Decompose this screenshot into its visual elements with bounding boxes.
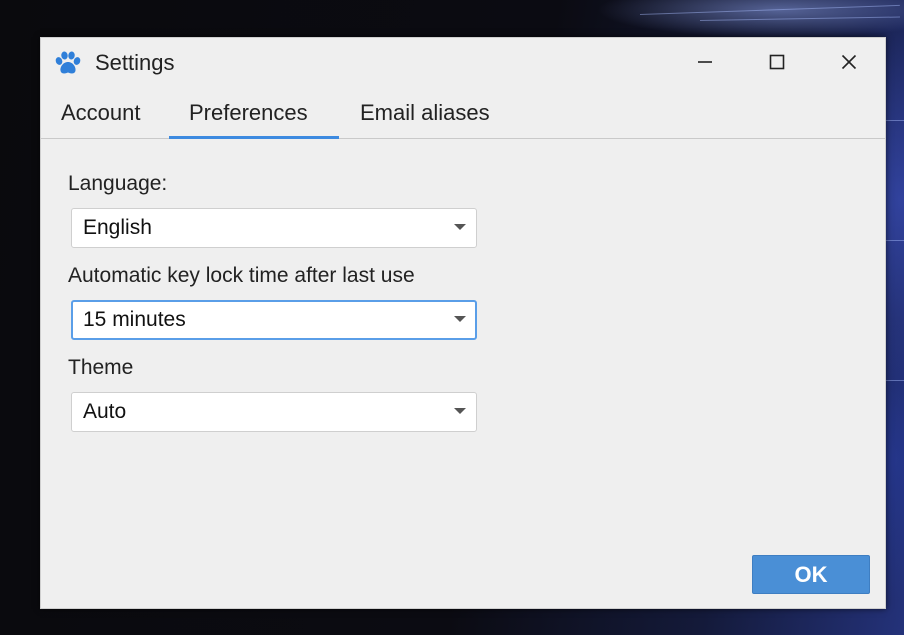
paw-icon	[54, 51, 82, 77]
minimize-button[interactable]	[685, 46, 725, 78]
theme-select[interactable]: Auto	[71, 392, 477, 432]
tab-account[interactable]: Account	[41, 93, 161, 139]
language-label: Language:	[68, 172, 168, 195]
maximize-icon	[769, 54, 785, 70]
language-value: English	[83, 216, 152, 239]
title-bar[interactable]: Settings	[41, 38, 885, 86]
settings-dialog: Settings Account Preferences Email alias…	[40, 37, 886, 609]
desktop: Settings Account Preferences Email alias…	[0, 0, 904, 635]
language-select[interactable]: English	[71, 208, 477, 248]
tab-bar: Account Preferences Email aliases	[41, 93, 885, 139]
ok-button[interactable]: OK	[752, 555, 870, 594]
window-title: Settings	[95, 50, 175, 75]
maximize-button[interactable]	[757, 46, 797, 78]
key-lock-value: 15 minutes	[83, 308, 186, 331]
chevron-down-icon	[454, 316, 466, 322]
close-button[interactable]	[829, 46, 869, 78]
key-lock-select[interactable]: 15 minutes	[71, 300, 477, 340]
close-icon	[841, 54, 857, 70]
minimize-icon	[697, 54, 713, 70]
tab-email-aliases[interactable]: Email aliases	[340, 93, 510, 139]
chevron-down-icon	[454, 408, 466, 414]
key-lock-label: Automatic key lock time after last use	[68, 264, 415, 287]
chevron-down-icon	[454, 224, 466, 230]
theme-value: Auto	[83, 400, 127, 423]
theme-label: Theme	[68, 356, 134, 379]
tab-preferences[interactable]: Preferences	[169, 93, 339, 139]
